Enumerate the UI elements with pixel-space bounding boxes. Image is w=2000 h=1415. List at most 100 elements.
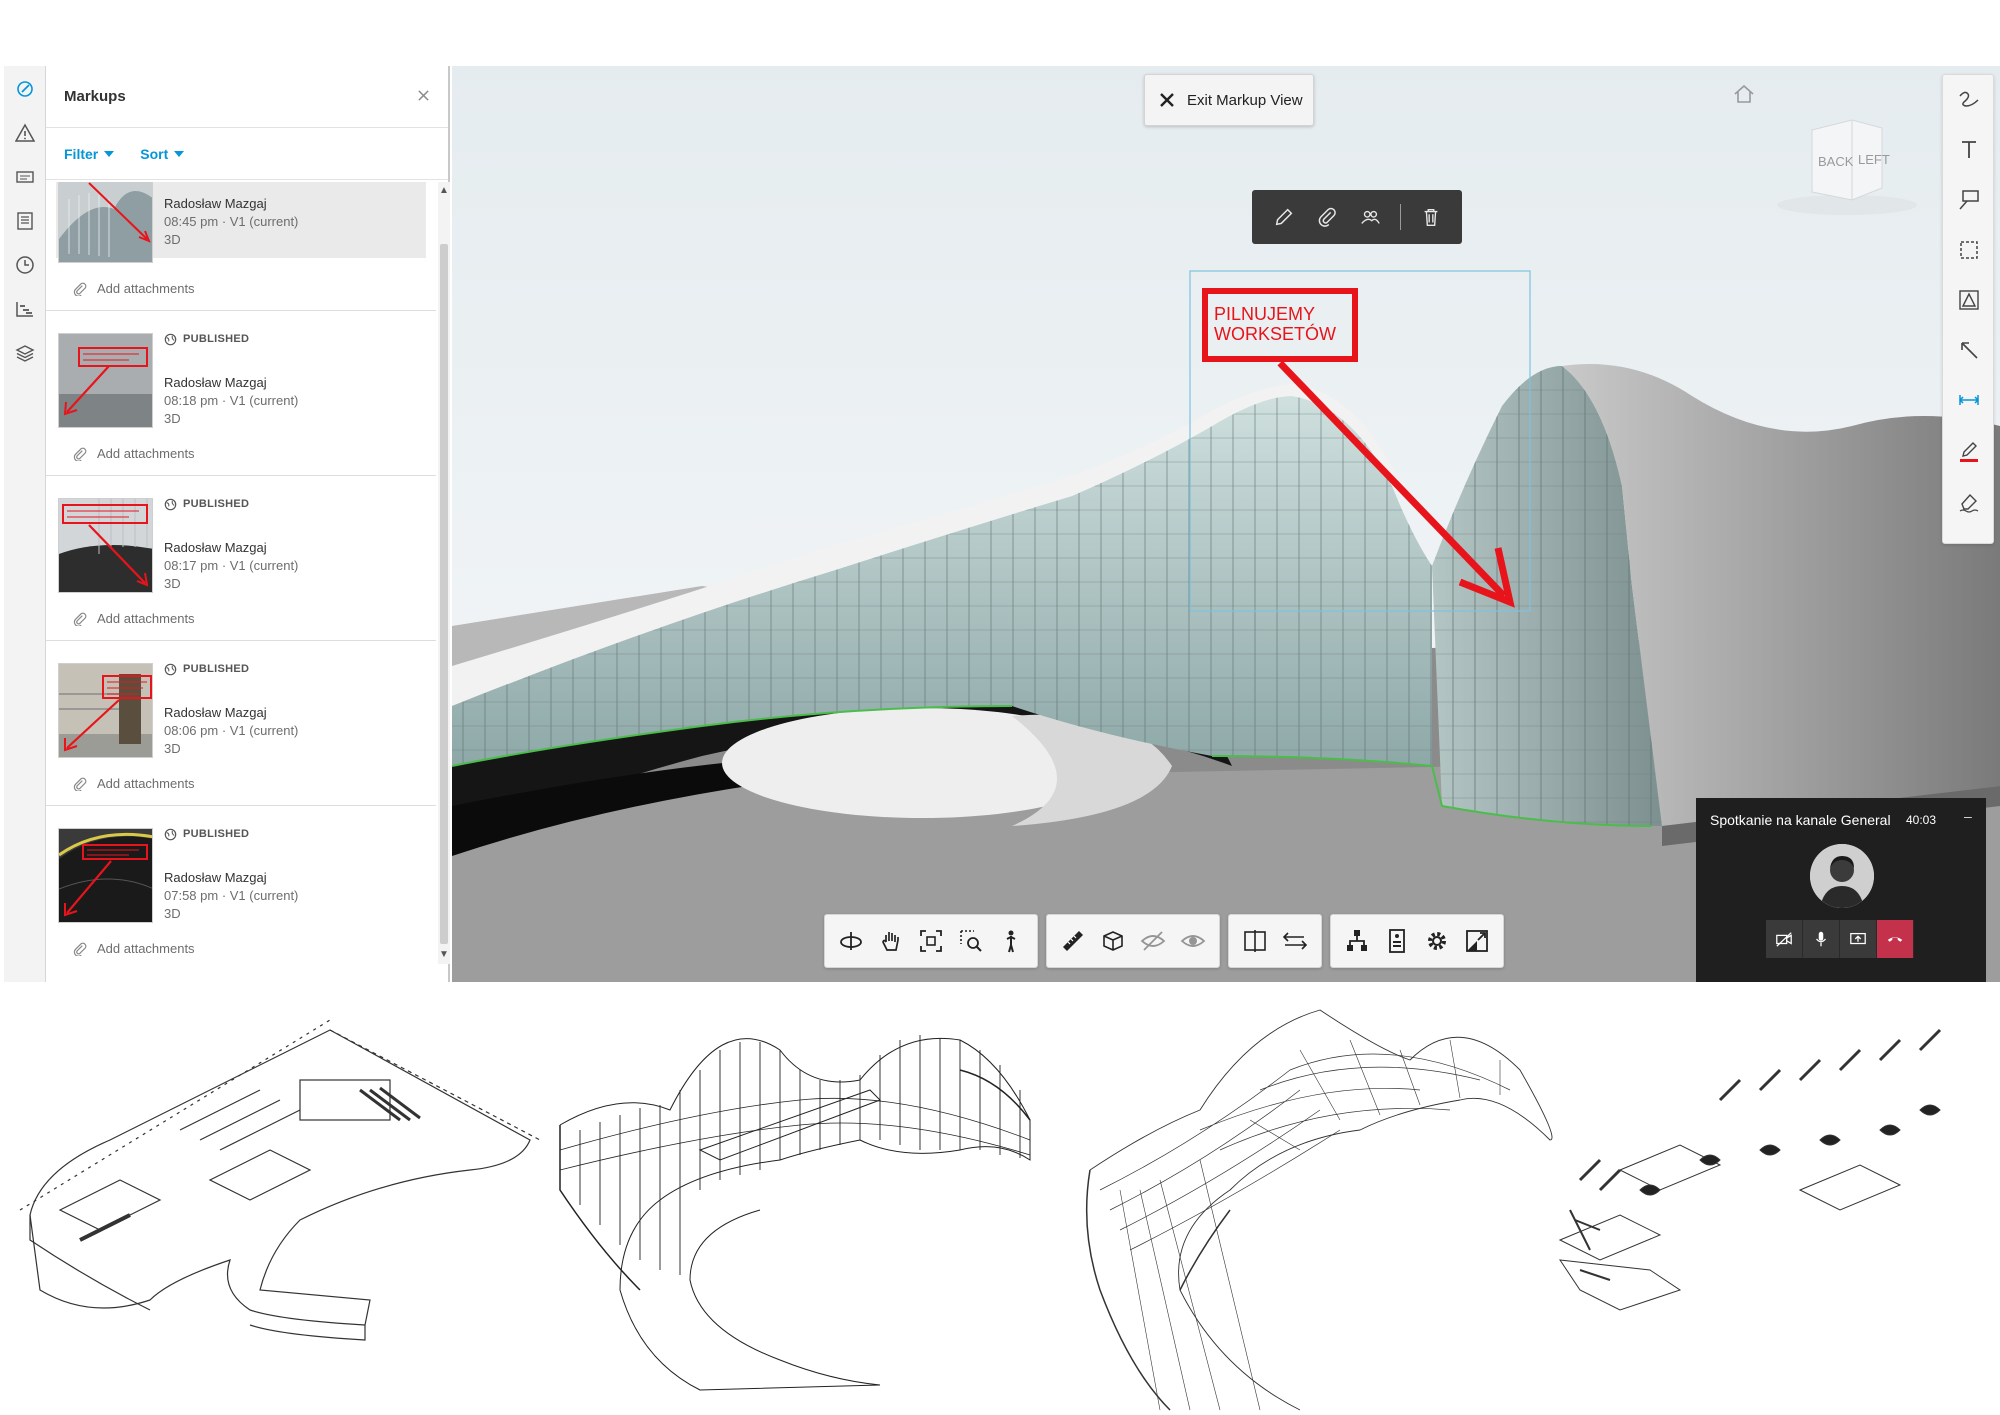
markup-type: 3D — [164, 906, 181, 921]
markup-type: 3D — [164, 576, 181, 591]
cloud-icon[interactable] — [1954, 235, 1984, 265]
hide-icon[interactable] — [1133, 921, 1173, 961]
panel-toolbar: Filter Sort — [46, 128, 448, 180]
status-label: PUBLISHED — [183, 828, 250, 840]
rfi-icon[interactable] — [10, 162, 40, 192]
settings-icon[interactable] — [1417, 921, 1457, 961]
compare-icon[interactable] — [1235, 921, 1275, 961]
measure-icon[interactable] — [1053, 921, 1093, 961]
zoom-window-icon[interactable] — [951, 921, 991, 961]
markup-card[interactable]: PUBLISHED Radosław Mazgaj 08:18 pm · V1 … — [46, 311, 436, 476]
facade-structure-axonometric — [559, 1035, 1031, 1391]
markup-list: Radosław Mazgaj 08:45 pm · V1 (current) … — [46, 182, 436, 964]
properties-icon[interactable] — [1377, 921, 1417, 961]
scroll-up-icon[interactable]: ▲ — [439, 186, 449, 196]
markup-author: Radosław Mazgaj — [164, 870, 267, 885]
pen-color-icon[interactable] — [1954, 437, 1984, 467]
exit-markup-view-label: Exit Markup View — [1187, 91, 1303, 109]
section-box-icon[interactable] — [1093, 921, 1133, 961]
add-attachments-button[interactable]: Add attachments — [72, 281, 195, 296]
3d-viewer[interactable]: PILNUJEMY WORKSETÓW Exit Markup View BAC… — [452, 66, 2000, 982]
swap-icon[interactable] — [1275, 921, 1315, 961]
markup-author: Radosław Mazgaj — [164, 196, 267, 211]
markup-info: PUBLISHED Radosław Mazgaj 08:18 pm · V1 … — [164, 331, 404, 426]
add-attachments-button[interactable]: Add attachments — [72, 776, 195, 791]
markup-info: PUBLISHED Radosław Mazgaj 08:06 pm · V1 … — [164, 661, 404, 756]
exit-markup-view-button[interactable]: Exit Markup View — [1144, 74, 1314, 126]
sheets-icon[interactable] — [10, 206, 40, 236]
globe-icon — [164, 663, 177, 675]
history-icon[interactable] — [10, 250, 40, 280]
visibility-icon[interactable] — [1357, 204, 1383, 230]
minimize-button[interactable]: – — [1964, 808, 1972, 824]
markup-text-line-2: WORKSETÓW — [1214, 323, 1336, 344]
scroll-down-icon[interactable]: ▼ — [439, 950, 449, 960]
meeting-controls — [1766, 920, 1914, 958]
trash-icon[interactable] — [1418, 204, 1444, 230]
viewcube-left-label: LEFT — [1858, 152, 1890, 167]
freehand-icon[interactable] — [1954, 85, 1984, 115]
paperclip-icon — [73, 612, 87, 626]
list-scrollbar[interactable]: ▲ ▼ — [438, 182, 450, 964]
edit-icon[interactable] — [1271, 204, 1297, 230]
callout-icon[interactable] — [1954, 185, 1984, 215]
axonometric-drawings-illustration — [19, 1009, 1942, 1411]
participant-avatar — [1810, 844, 1874, 908]
markup-info: PUBLISHED Radosław Mazgaj 08:17 pm · V1 … — [164, 496, 404, 591]
markup-thumbnail — [58, 333, 153, 428]
isolate-icon[interactable] — [1173, 921, 1213, 961]
markup-thumbnail — [58, 182, 153, 263]
markup-time-version: 07:58 pm · V1 (current) — [164, 888, 299, 903]
layers-icon[interactable] — [10, 338, 40, 368]
scrollbar-thumb[interactable] — [440, 244, 448, 944]
markup-thumbnail — [58, 498, 153, 593]
navigation-tools-group — [824, 914, 1038, 968]
add-attachments-label: Add attachments — [97, 776, 195, 791]
orbit-icon[interactable] — [831, 921, 871, 961]
add-attachments-button[interactable]: Add attachments — [72, 446, 195, 461]
issues-icon[interactable] — [10, 118, 40, 148]
add-attachments-button[interactable]: Add attachments — [72, 941, 195, 956]
dimension-icon[interactable] — [1954, 385, 1984, 415]
first-person-icon[interactable] — [991, 921, 1031, 961]
pan-icon[interactable] — [871, 921, 911, 961]
meeting-title: Spotkanie na kanale General — [1710, 812, 1891, 828]
markup-time-version: 08:45 pm · V1 (current) — [164, 214, 299, 229]
teams-meeting-window[interactable]: Spotkanie na kanale General 40:03 – — [1696, 798, 1986, 982]
viewcube[interactable]: BACK LEFT — [1772, 110, 1922, 220]
close-icon[interactable] — [414, 86, 432, 104]
paperclip-icon — [73, 777, 87, 791]
filter-button[interactable]: Filter — [64, 146, 115, 162]
fit-to-view-icon[interactable] — [911, 921, 951, 961]
add-attachments-button[interactable]: Add attachments — [72, 611, 195, 626]
markup-card[interactable]: Radosław Mazgaj 08:45 pm · V1 (current) … — [46, 182, 436, 311]
home-icon[interactable] — [1732, 82, 1758, 108]
markup-card[interactable]: PUBLISHED Radosław Mazgaj 08:17 pm · V1 … — [46, 476, 436, 641]
sort-button[interactable]: Sort — [140, 146, 185, 162]
compare-tools-group — [1228, 914, 1322, 968]
fullscreen-icon[interactable] — [1457, 921, 1497, 961]
share-screen-icon[interactable] — [1840, 920, 1877, 958]
navigation-toolbar — [824, 914, 1504, 968]
microphone-icon[interactable] — [1803, 920, 1840, 958]
markup-card[interactable]: PUBLISHED Radosław Mazgaj 07:58 pm · V1 … — [46, 806, 436, 964]
status-badge: PUBLISHED — [164, 661, 404, 677]
camera-off-icon[interactable] — [1766, 920, 1803, 958]
text-icon[interactable] — [1954, 135, 1984, 165]
markup-type: 3D — [164, 411, 181, 426]
arrow-icon[interactable] — [1954, 335, 1984, 365]
status-badge: PUBLISHED — [164, 496, 404, 512]
polycloud-icon[interactable] — [1954, 285, 1984, 315]
attachment-icon[interactable] — [1314, 204, 1340, 230]
furniture-layout-axonometric — [1558, 1028, 1942, 1311]
status-badge: PUBLISHED — [164, 826, 404, 842]
model-tree-icon[interactable] — [1337, 921, 1377, 961]
model-browser-icon[interactable] — [10, 294, 40, 324]
markup-card[interactable]: PUBLISHED Radosław Mazgaj 08:06 pm · V1 … — [46, 641, 436, 806]
hang-up-icon[interactable] — [1877, 920, 1914, 958]
status-label: PUBLISHED — [183, 663, 250, 675]
markup-icon[interactable] — [10, 74, 40, 104]
highlighter-icon[interactable] — [1954, 487, 1984, 517]
globe-icon — [164, 333, 177, 345]
markup-time-version: 08:06 pm · V1 (current) — [164, 723, 299, 738]
